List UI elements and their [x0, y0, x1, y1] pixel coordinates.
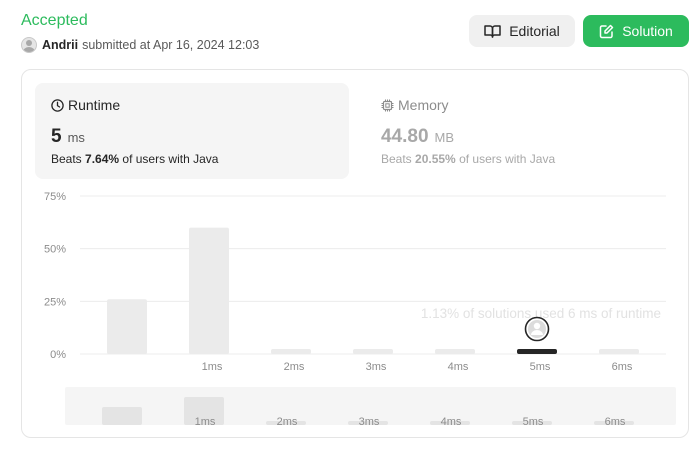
selected-bar: [517, 349, 557, 354]
x-tick-label: 2ms: [284, 361, 305, 373]
chart-bar: [353, 349, 393, 354]
y-tick-label: 25%: [44, 296, 66, 308]
chart-bar: [107, 299, 147, 354]
runtime-distribution-chart[interactable]: 75%50%25%0%1.13% of solutions used 6 ms …: [0, 0, 699, 455]
y-tick-label: 75%: [44, 191, 66, 203]
overview-bar: [102, 407, 142, 425]
overview-x-label: 3ms: [359, 416, 380, 428]
x-tick-label: 1ms: [202, 361, 223, 373]
overview-x-label: 6ms: [605, 416, 626, 428]
user-avatar-icon[interactable]: [524, 316, 550, 342]
chart-bar: [599, 349, 639, 354]
overview-x-label: 2ms: [277, 416, 298, 428]
chart-bar: [189, 227, 229, 354]
chart-bar: [271, 349, 311, 354]
x-tick-label: 3ms: [366, 361, 387, 373]
y-tick-label: 0%: [50, 349, 66, 361]
y-tick-label: 50%: [44, 244, 66, 256]
chart-bar: [435, 349, 475, 354]
overview-x-label: 1ms: [195, 416, 216, 428]
overview-x-label: 5ms: [523, 416, 544, 428]
x-tick-label: 5ms: [530, 361, 551, 373]
x-tick-label: 4ms: [448, 361, 469, 373]
overview-x-label: 4ms: [441, 416, 462, 428]
avatar-head: [533, 322, 541, 330]
x-tick-label: 6ms: [612, 361, 633, 373]
